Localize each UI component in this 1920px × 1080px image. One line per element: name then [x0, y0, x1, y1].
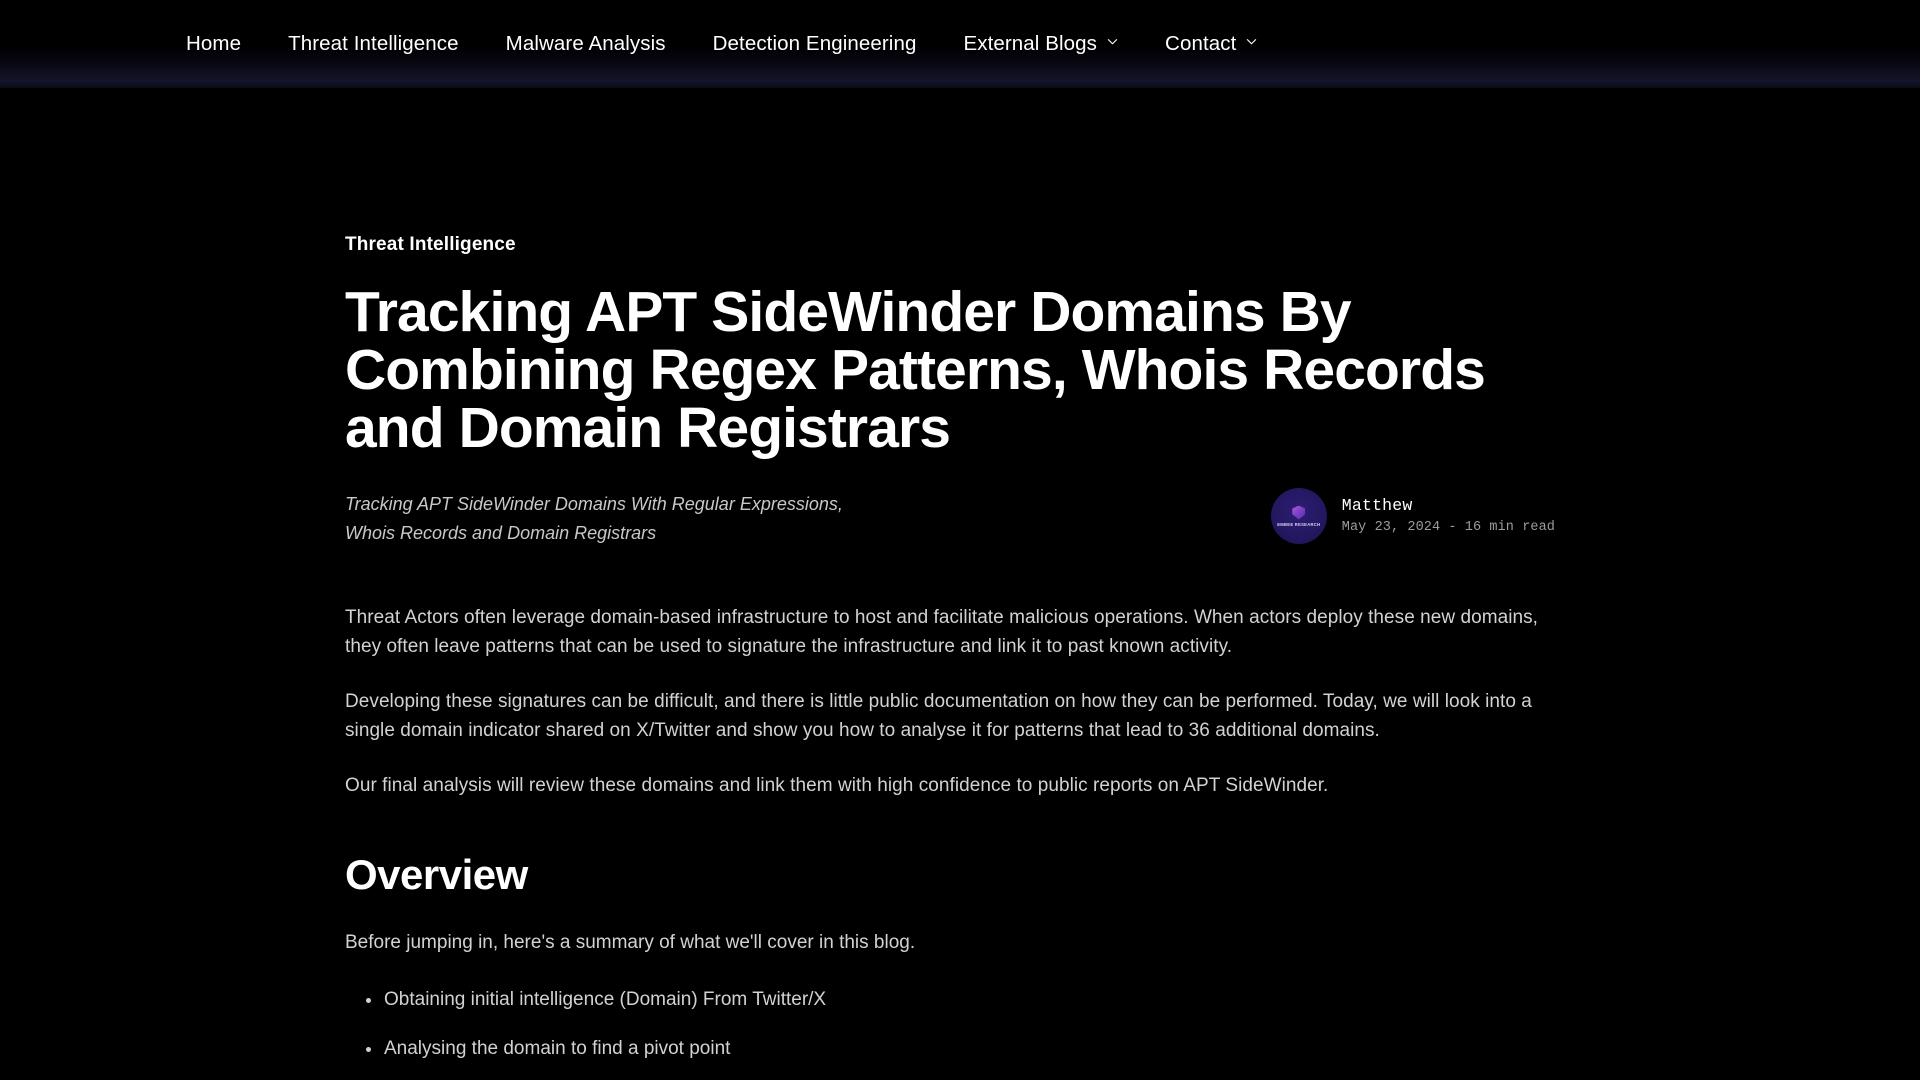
article: Threat Intelligence Tracking APT SideWin… [345, 234, 1575, 1063]
article-date-readtime: May 23, 2024 - 16 min read [1341, 520, 1555, 535]
nav-item-malware-analysis[interactable]: Malware Analysis [505, 31, 666, 55]
chevron-down-icon [1107, 36, 1118, 47]
nav-item-external-blogs[interactable]: External Blogs [963, 31, 1118, 55]
site-header: Home Threat Intelligence Malware Analysi… [0, 0, 1920, 88]
nav-item-detection-engineering[interactable]: Detection Engineering [712, 31, 917, 55]
author-name: Matthew [1341, 495, 1413, 515]
chevron-down-icon [1246, 36, 1257, 47]
nav-item-label: Contact [1165, 31, 1237, 55]
list-item: Analysing the domain to find a pivot poi… [345, 1035, 1575, 1064]
list-item: Obtaining initial intelligence (Domain) … [345, 986, 1575, 1015]
nav-item-contact[interactable]: Contact [1165, 31, 1257, 55]
avatar-logo-text: EMBEE RESEARCH [1277, 521, 1321, 527]
avatar: EMBEE RESEARCH [1270, 488, 1327, 544]
nav-item-threat-intelligence[interactable]: Threat Intelligence [288, 31, 459, 55]
nav-item-label: Threat Intelligence [288, 31, 459, 55]
nav-item-label: Detection Engineering [712, 31, 917, 55]
article-meta-row: Tracking APT SideWinder Domains With Reg… [345, 486, 1575, 548]
article-paragraph: Developing these signatures can be diffi… [345, 691, 1532, 741]
article-paragraph: Our final analysis will review these dom… [345, 775, 1329, 796]
main-navigation: Home Threat Intelligence Malware Analysi… [0, 0, 1920, 88]
article-paragraph: Threat Actors often leverage domain-base… [345, 607, 1538, 657]
overview-bullet-list: Obtaining initial intelligence (Domain) … [345, 986, 1575, 1063]
overview-lead-text: Before jumping in, here's a summary of w… [345, 931, 916, 953]
article-subtitle: Tracking APT SideWinder Domains With Reg… [345, 494, 843, 543]
nav-item-label: External Blogs [963, 31, 1098, 55]
author-meta: Matthew May 23, 2024 - 16 min read [1341, 495, 1555, 535]
shield-logo-icon [1292, 505, 1306, 520]
section-heading-overview: Overview [345, 850, 528, 898]
page-title: Tracking APT SideWinder Domains By Combi… [345, 280, 1486, 460]
page-content: Threat Intelligence Tracking APT SideWin… [0, 88, 1920, 1063]
nav-item-home[interactable]: Home [186, 31, 242, 55]
nav-item-label: Malware Analysis [505, 31, 666, 55]
nav-item-label: Home [186, 31, 242, 55]
article-category[interactable]: Threat Intelligence [345, 234, 1575, 256]
author-block[interactable]: EMBEE RESEARCH Matthew May 23, 2024 - 16… [1270, 486, 1575, 544]
